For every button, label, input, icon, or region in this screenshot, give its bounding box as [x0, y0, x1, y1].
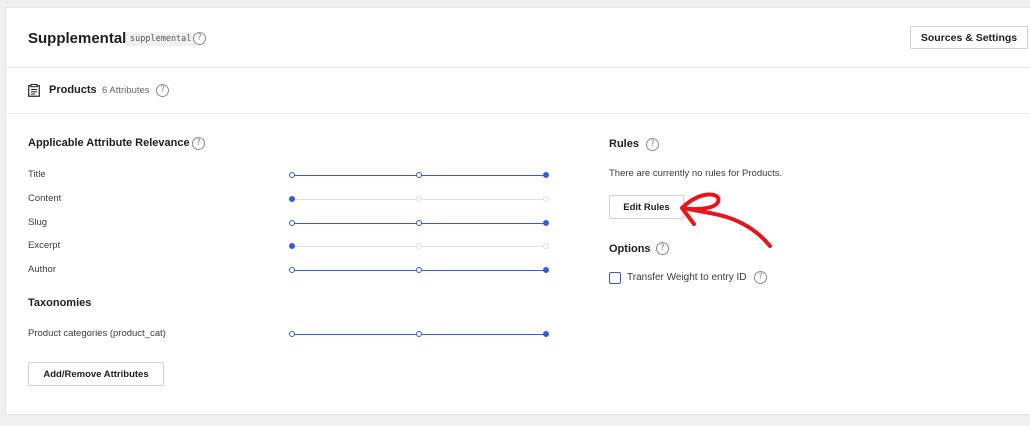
- engine-header: Supplemental supplemental ? Sources & Se…: [6, 8, 1030, 68]
- taxonomies-section-title: Taxonomies: [28, 297, 92, 309]
- rules-help-icon[interactable]: ?: [646, 138, 659, 151]
- slider-stop[interactable]: [543, 172, 549, 178]
- slider-stop[interactable]: [416, 196, 422, 202]
- source-attributes-count: 6 Attributes: [102, 85, 150, 96]
- engine-help-icon[interactable]: ?: [193, 32, 206, 45]
- slider-stop[interactable]: [289, 196, 295, 202]
- source-help-icon[interactable]: ?: [156, 84, 169, 97]
- slider-stop[interactable]: [543, 267, 549, 273]
- annotation-arrow-icon: [680, 192, 772, 248]
- slider-stop[interactable]: [289, 267, 295, 273]
- relevance-slider[interactable]: [289, 194, 549, 204]
- post-list-icon: [28, 84, 40, 97]
- relevance-slider[interactable]: [289, 265, 549, 275]
- slider-stop[interactable]: [416, 172, 422, 178]
- add-remove-attributes-button[interactable]: Add/Remove Attributes: [28, 362, 164, 386]
- transfer-weight-help-icon[interactable]: ?: [754, 271, 767, 284]
- relevance-help-icon[interactable]: ?: [192, 137, 205, 150]
- transfer-weight-checkbox[interactable]: [609, 272, 621, 284]
- engine-card: Supplemental supplemental ? Sources & Se…: [5, 7, 1030, 415]
- slider-stop[interactable]: [543, 220, 549, 226]
- engine-slug-badge: supplemental: [126, 32, 196, 46]
- slider-stop[interactable]: [289, 331, 295, 337]
- taxonomy-label: Product categories (product_cat): [28, 328, 166, 339]
- attribute-label: Author: [28, 264, 56, 275]
- slider-stop[interactable]: [416, 267, 422, 273]
- slider-stop[interactable]: [416, 331, 422, 337]
- transfer-weight-label: Transfer Weight to entry ID: [627, 272, 747, 283]
- engine-name: Supplemental: [28, 30, 127, 47]
- source-row: Products 6 Attributes ?: [6, 68, 1030, 114]
- rules-section-title: Rules: [609, 138, 639, 150]
- slider-stop[interactable]: [289, 243, 295, 249]
- slider-stop[interactable]: [289, 220, 295, 226]
- options-section-title: Options: [609, 243, 651, 255]
- slider-stop[interactable]: [289, 172, 295, 178]
- rules-empty-note: There are currently no rules for Product…: [609, 168, 783, 179]
- slider-stop[interactable]: [543, 243, 549, 249]
- edit-rules-button[interactable]: Edit Rules: [609, 195, 684, 219]
- attribute-label: Content: [28, 193, 62, 204]
- slider-stop[interactable]: [416, 220, 422, 226]
- slider-stop[interactable]: [543, 331, 549, 337]
- attribute-label: Title: [28, 169, 46, 180]
- relevance-slider[interactable]: [289, 218, 549, 228]
- slider-stop[interactable]: [416, 243, 422, 249]
- attribute-label: Slug: [28, 217, 48, 228]
- options-help-icon[interactable]: ?: [656, 242, 669, 255]
- source-name: Products: [49, 84, 97, 96]
- sources-settings-button[interactable]: Sources & Settings: [910, 26, 1028, 49]
- relevance-slider[interactable]: [289, 329, 549, 339]
- attribute-label: Excerpt: [28, 240, 61, 251]
- slider-stop[interactable]: [543, 196, 549, 202]
- relevance-section-title: Applicable Attribute Relevance: [28, 137, 190, 149]
- relevance-slider[interactable]: [289, 170, 549, 180]
- relevance-slider[interactable]: [289, 241, 549, 251]
